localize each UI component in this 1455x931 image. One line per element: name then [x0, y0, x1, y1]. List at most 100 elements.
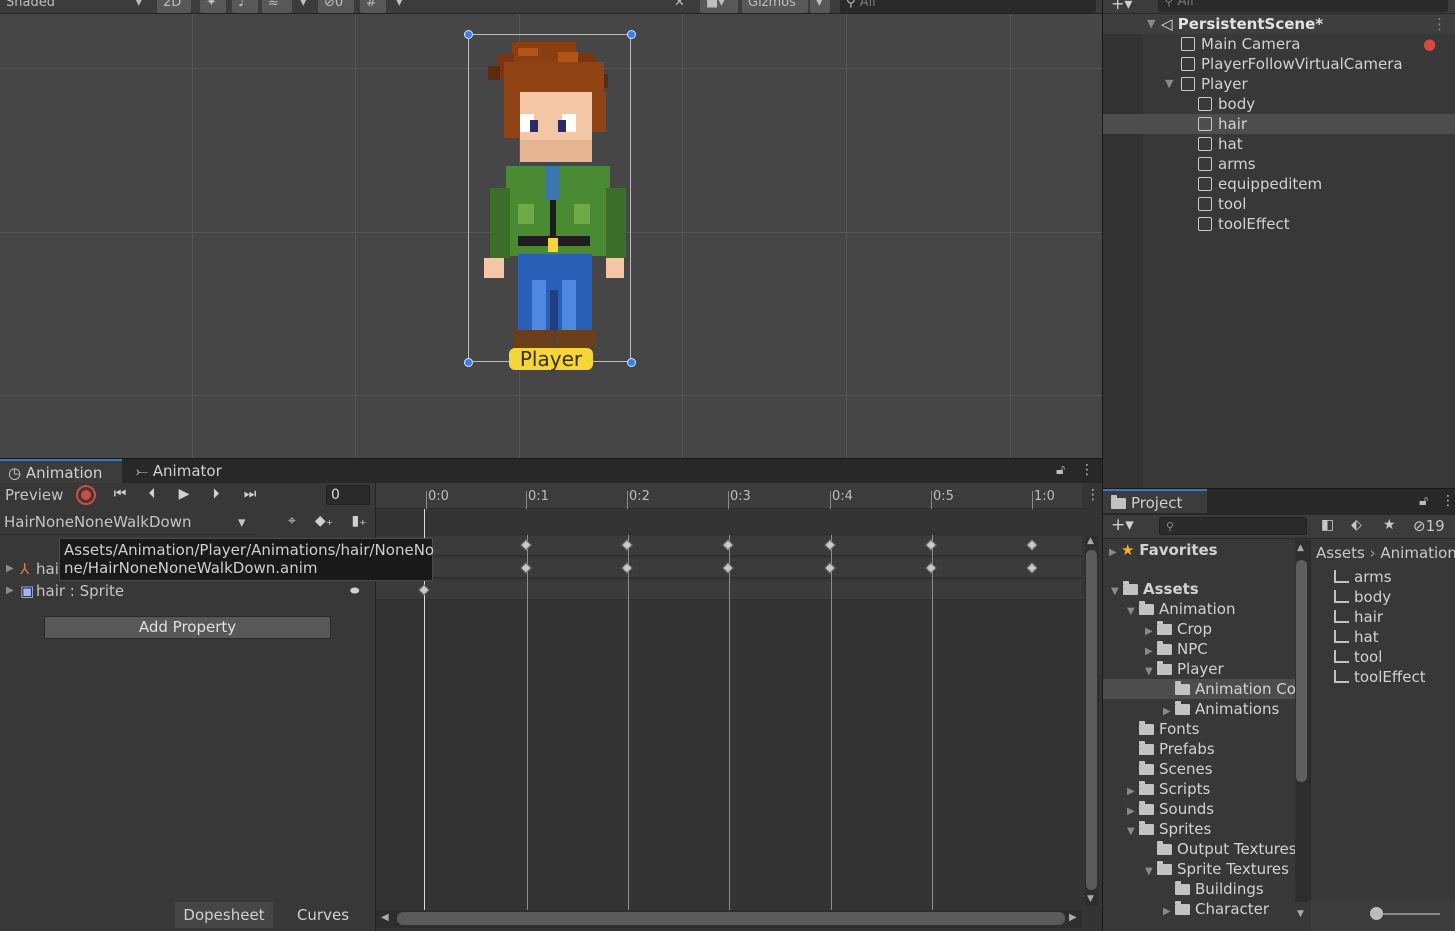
- dopesheet-vscroll-thumb[interactable]: [1086, 550, 1097, 890]
- lock-icon[interactable]: 🔓︎: [1056, 462, 1065, 478]
- next-keyframe-icon[interactable]: ⏵: [204, 486, 228, 502]
- project-folder-item[interactable]: Animation Co: [1103, 679, 1295, 699]
- animator-controller-item[interactable]: body: [1334, 587, 1452, 607]
- icon-size-slider-knob[interactable]: [1370, 907, 1383, 920]
- project-folder-item[interactable]: ▶ NPC: [1103, 639, 1295, 659]
- hierarchy-item-player[interactable]: ▼ Player: [1103, 74, 1455, 94]
- add-event-icon[interactable]: ▮₊: [348, 513, 370, 529]
- tab-animation[interactable]: ◷ Animation: [0, 459, 122, 483]
- expand-arrow-icon[interactable]: ▼: [1165, 74, 1173, 94]
- effects-dropdown-icon[interactable]: ▾: [294, 0, 314, 13]
- expand-arrow-icon[interactable]: ▶: [1127, 802, 1139, 819]
- expand-arrow-icon[interactable]: ▼: [1147, 14, 1155, 34]
- hierarchy-item-tool[interactable]: tool: [1103, 194, 1455, 214]
- scene-view[interactable]: Player Shaded ▾ 2D ✦ ♪ ≋ ▾ ⊘0 # ▾ ✕ ■▾ G…: [0, 0, 1102, 458]
- project-folder-item[interactable]: ▶ Character: [1103, 899, 1295, 919]
- expand-arrow-icon[interactable]: ▶: [6, 558, 14, 580]
- add-keyframe-icon[interactable]: ◆₊: [313, 513, 335, 529]
- expand-arrow-icon[interactable]: ▼: [1127, 602, 1139, 619]
- previous-keyframe-icon[interactable]: ⏴: [140, 486, 164, 502]
- grid-dropdown-icon[interactable]: ▾: [390, 0, 410, 13]
- search-by-label-icon[interactable]: ⬖: [1351, 517, 1362, 533]
- frame-input[interactable]: 0: [326, 485, 370, 505]
- hierarchy-item-main-camera[interactable]: Main Camera ●: [1103, 34, 1455, 54]
- project-divider[interactable]: [1309, 540, 1311, 900]
- project-folder-item[interactable]: Buildings: [1103, 879, 1295, 899]
- project-folder-item[interactable]: ▼ Assets: [1103, 579, 1295, 599]
- add-property-button[interactable]: Add Property: [44, 616, 331, 639]
- camera-settings-icon[interactable]: ■▾: [700, 0, 738, 13]
- hierarchy-item-player-follow-camera[interactable]: PlayerFollowVirtualCamera: [1103, 54, 1455, 74]
- tab-dopesheet[interactable]: Dopesheet: [175, 902, 273, 928]
- selection-rect[interactable]: [468, 34, 631, 362]
- dopesheet-hscroll-thumb[interactable]: [397, 912, 1065, 925]
- gizmos-button[interactable]: Gizmos: [742, 0, 808, 13]
- project-search-input[interactable]: ⚲: [1159, 517, 1307, 535]
- scroll-down-icon[interactable]: ▼: [1297, 909, 1304, 919]
- project-tree-scroll-thumb[interactable]: [1296, 560, 1307, 782]
- play-icon[interactable]: ▶: [172, 486, 196, 502]
- more-options-icon[interactable]: ⋮: [1441, 493, 1455, 509]
- breadcrumb-item[interactable]: Animation: [1380, 544, 1455, 562]
- 2d-toggle[interactable]: 2D: [157, 0, 191, 13]
- hidden-packages-toggle[interactable]: ⊘19: [1413, 517, 1445, 535]
- gizmos-dropdown-icon[interactable]: ▾: [810, 0, 830, 13]
- expand-arrow-icon[interactable]: ▼: [1127, 822, 1139, 839]
- hierarchy-item-body[interactable]: body: [1103, 94, 1455, 114]
- add-object-icon[interactable]: +▾: [1111, 0, 1132, 13]
- more-options-icon[interactable]: ⋮: [1080, 462, 1094, 478]
- hierarchy-search-input[interactable]: ⚲ All: [1158, 0, 1448, 12]
- last-keyframe-icon[interactable]: ⏭: [238, 486, 262, 502]
- project-folder-item[interactable]: ▶ Scripts: [1103, 779, 1295, 799]
- timeline-ruler[interactable]: [376, 483, 1082, 509]
- audio-toggle-icon[interactable]: ♪: [232, 0, 258, 13]
- expand-arrow-icon[interactable]: ▶: [1163, 702, 1175, 719]
- more-options-icon[interactable]: ⋮: [1432, 14, 1447, 34]
- scroll-right-icon[interactable]: ▶: [1069, 912, 1077, 923]
- property-row-sprite[interactable]: ▶ ▣ hair : Sprite ⬬: [0, 580, 376, 602]
- lock-icon[interactable]: 🔓︎: [1419, 493, 1428, 509]
- scroll-up-icon[interactable]: ▲: [1297, 543, 1304, 553]
- animator-controller-item[interactable]: arms: [1334, 567, 1452, 587]
- expand-arrow-icon[interactable]: ▶: [1163, 902, 1175, 919]
- animator-controller-item[interactable]: tool: [1334, 647, 1452, 667]
- scroll-up-icon[interactable]: ▲: [1087, 536, 1094, 546]
- clip-dropdown[interactable]: HairNoneNoneWalkDown ▾: [0, 509, 256, 535]
- expand-arrow-icon[interactable]: ▶: [1145, 642, 1157, 659]
- project-folder-item[interactable]: ▼ Sprite Textures: [1103, 859, 1295, 879]
- hierarchy-item-hair[interactable]: hair: [1103, 114, 1455, 134]
- tab-animator[interactable]: ⤚ Animator: [128, 459, 238, 483]
- search-by-type-icon[interactable]: ◧: [1321, 517, 1334, 533]
- project-folder-item[interactable]: ▼ Sprites: [1103, 819, 1295, 839]
- rect-handle[interactable]: [464, 358, 473, 367]
- preview-toggle[interactable]: Preview: [0, 483, 72, 507]
- expand-arrow-icon[interactable]: ▶: [1109, 543, 1121, 560]
- more-options-icon[interactable]: ⋮: [1086, 487, 1100, 503]
- expand-arrow-icon[interactable]: ▶: [6, 580, 14, 602]
- create-asset-icon[interactable]: +▾: [1111, 515, 1134, 535]
- project-folder-item[interactable]: ▼ Player: [1103, 659, 1295, 679]
- breadcrumb-item[interactable]: Assets: [1316, 544, 1365, 562]
- hierarchy-item-tool-effect[interactable]: toolEffect: [1103, 214, 1455, 234]
- scene-header[interactable]: ▼ ◁ PersistentScene* ⋮: [1103, 14, 1455, 34]
- keyframe-toggle-icon[interactable]: ⬬: [350, 580, 359, 602]
- scroll-left-icon[interactable]: ◀: [381, 912, 389, 923]
- project-folder-item[interactable]: Output Textures: [1103, 839, 1295, 859]
- animator-controller-item[interactable]: hat: [1334, 627, 1452, 647]
- project-folder-item[interactable]: ▶ Sounds: [1103, 799, 1295, 819]
- hidden-objects-toggle[interactable]: ⊘0: [318, 0, 354, 13]
- filter-by-selection-icon[interactable]: ⌖: [282, 513, 302, 529]
- record-button[interactable]: [76, 485, 96, 505]
- expand-arrow-icon[interactable]: ▼: [1111, 582, 1123, 599]
- project-folder-item[interactable]: ▶ Animations: [1103, 699, 1295, 719]
- rect-handle[interactable]: [627, 358, 636, 367]
- expand-arrow-icon[interactable]: ▶: [1127, 782, 1139, 799]
- project-folder-item[interactable]: ▼ Animation: [1103, 599, 1295, 619]
- expand-arrow-icon[interactable]: ▼: [1145, 862, 1157, 879]
- hierarchy-item-arms[interactable]: arms: [1103, 154, 1455, 174]
- animator-controller-item[interactable]: toolEffect: [1334, 667, 1452, 687]
- tab-project[interactable]: Project: [1103, 489, 1207, 513]
- tab-curves[interactable]: Curves: [275, 902, 371, 928]
- scene-search-input[interactable]: ⚲ All: [840, 0, 1096, 13]
- grid-snap-icon[interactable]: #: [360, 0, 386, 13]
